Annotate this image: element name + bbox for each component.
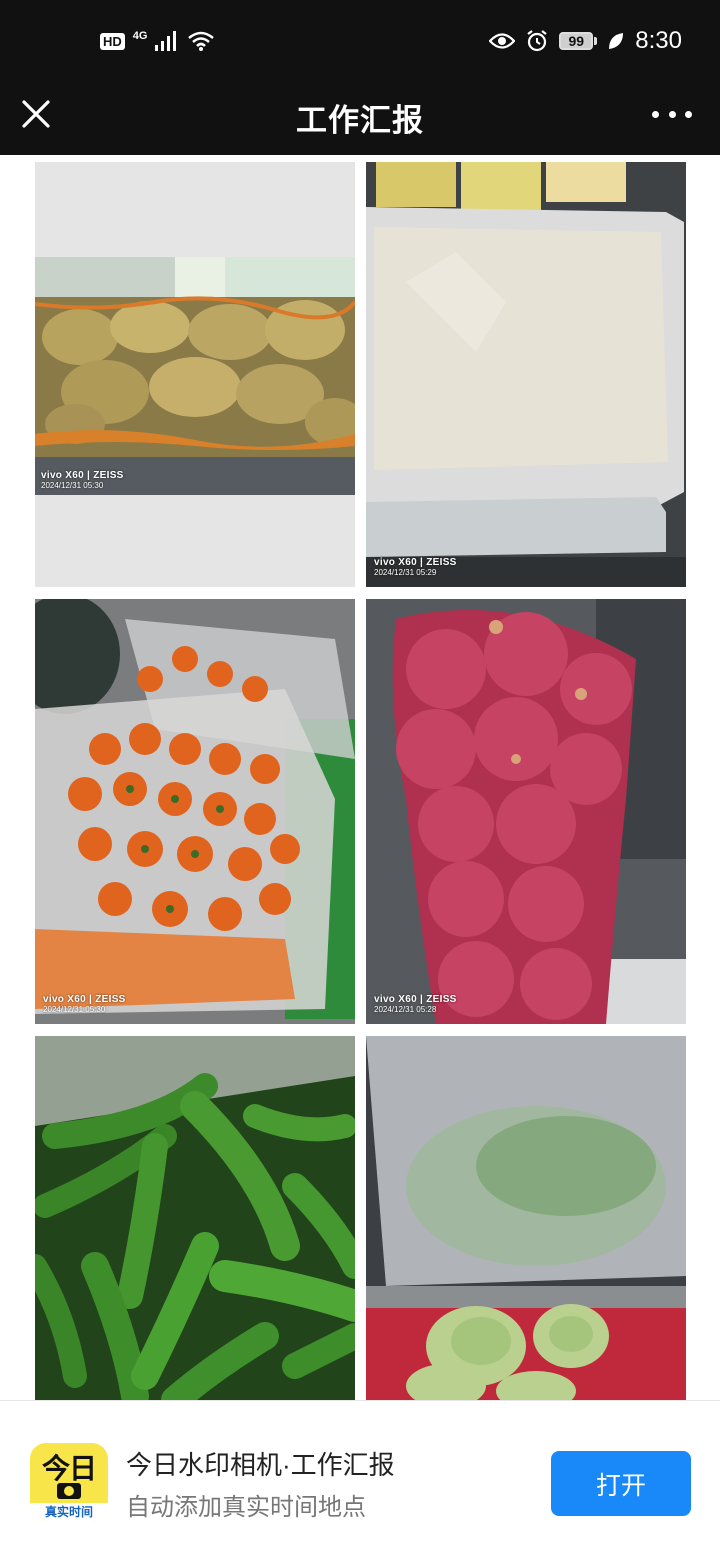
app-icon-subtext: 真实时间 — [30, 1503, 108, 1521]
watermark-brand: vivo X60 | ZEISS — [41, 470, 124, 481]
more-dot-icon — [685, 110, 692, 118]
photo-watermark: vivo X60 | ZEISS 2024/12/31 05:28 — [374, 994, 457, 1014]
signal-icon — [155, 31, 177, 51]
more-dot-icon — [668, 110, 676, 118]
photo-cabbage[interactable] — [366, 1036, 686, 1400]
eye-icon — [489, 33, 516, 49]
hd-badge: HD — [100, 32, 125, 50]
alarm-icon — [527, 30, 547, 52]
watermark-brand: vivo X60 | ZEISS — [374, 557, 457, 568]
photo-potatoes[interactable]: vivo X60 | ZEISS 2024/12/31 05:30 — [35, 162, 355, 587]
open-app-button[interactable]: 打开 — [551, 1451, 691, 1516]
photo-flour[interactable]: vivo X60 | ZEISS 2024/12/31 05:29 — [366, 162, 686, 587]
camera-icon — [57, 1483, 81, 1499]
watermark-brand: vivo X60 | ZEISS — [374, 994, 457, 1005]
watermark-timestamp: 2024/12/31 05:29 — [374, 568, 437, 577]
more-options-button[interactable] — [652, 96, 692, 132]
flour-image — [366, 162, 686, 587]
wifi-icon — [188, 31, 215, 51]
battery-tip — [594, 37, 598, 45]
photo-watermark: vivo X60 | ZEISS 2024/12/31 05:29 — [374, 557, 457, 577]
photo-watermark: vivo X60 | ZEISS 2024/12/31 05:30 — [41, 470, 124, 490]
peppers-image — [35, 1036, 355, 1400]
onions-image — [366, 599, 686, 1024]
photo-red-onions[interactable]: vivo X60 | ZEISS 2024/12/31 05:28 — [366, 599, 686, 1024]
page-title: 工作汇报 — [296, 103, 424, 138]
photo-watermark: vivo X60 | ZEISS 2024/12/31 05:30 — [43, 994, 126, 1014]
photo-green-peppers[interactable] — [35, 1036, 355, 1400]
status-left: HD 4G — [100, 26, 215, 56]
app-icon: 今日 真实时间 — [30, 1443, 108, 1521]
watermark-timestamp: 2024/12/31 05:28 — [374, 1005, 437, 1014]
carrots-image — [35, 599, 355, 1024]
cabbage-image — [366, 1036, 686, 1400]
title-bar: 工作汇报 — [0, 84, 720, 155]
watermark-timestamp: 2024/12/31 05:30 — [41, 481, 104, 490]
network-type: 4G — [132, 29, 148, 42]
status-right: 99 8:30 — [489, 26, 682, 56]
app-icon-text: 今日 — [41, 1453, 97, 1484]
clock-time: 8:30 — [635, 27, 682, 54]
watermark-timestamp: 2024/12/31 05:30 — [43, 1005, 106, 1014]
battery-indicator: 99 — [559, 32, 594, 50]
banner-title: 今日水印相机·工作汇报 — [126, 1450, 395, 1480]
potatoes-image — [35, 162, 355, 587]
app-promo-banner: 今日 真实时间 今日水印相机·工作汇报 自动添加真实时间地点 打开 — [0, 1400, 720, 1561]
photo-carrots[interactable]: vivo X60 | ZEISS 2024/12/31 05:30 — [35, 599, 355, 1024]
leaf-icon — [609, 33, 624, 49]
status-bar: HD 4G 99 8:30 — [0, 0, 720, 84]
watermark-brand: vivo X60 | ZEISS — [43, 994, 126, 1005]
banner-subtitle: 自动添加真实时间地点 — [126, 1494, 366, 1521]
more-dot-icon — [652, 110, 659, 118]
